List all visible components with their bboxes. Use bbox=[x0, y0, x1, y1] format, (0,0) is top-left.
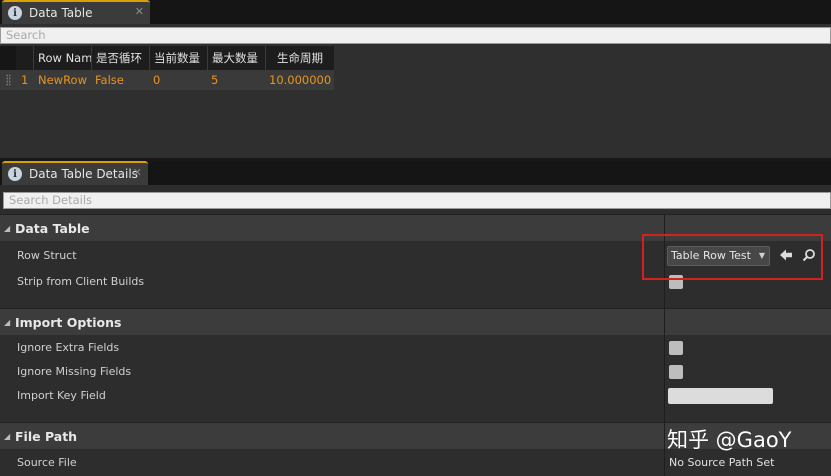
category-title: File Path bbox=[15, 429, 78, 444]
property-ignore-missing: Ignore Missing Fields bbox=[0, 359, 831, 385]
close-icon[interactable]: ✕ bbox=[135, 5, 144, 18]
details-tab-bar: i Data Table Details ✕ bbox=[0, 161, 831, 185]
collapse-arrow-icon[interactable]: ◢ bbox=[4, 423, 10, 450]
property-label: Ignore Missing Fields bbox=[17, 365, 132, 378]
table-cell[interactable]: 5 bbox=[211, 70, 218, 90]
drag-handle-icon[interactable] bbox=[6, 74, 11, 86]
data-table-panel: Search bbox=[0, 24, 831, 158]
import-key-field[interactable] bbox=[668, 388, 773, 404]
table-cell[interactable]: NewRow bbox=[38, 70, 87, 90]
watermark: 知乎 @GaoY bbox=[667, 428, 792, 452]
collapse-arrow-icon[interactable]: ◢ bbox=[4, 215, 10, 242]
category-import-options[interactable]: ◢ Import Options bbox=[0, 308, 831, 335]
table-cell[interactable]: 0 bbox=[153, 70, 160, 90]
table-header: Row Nam 是否循环 当前数量 最大数量 生命周期 bbox=[0, 46, 334, 70]
column-header[interactable]: 生命周期 bbox=[265, 46, 334, 70]
category-title: Data Table bbox=[15, 221, 90, 236]
info-icon: i bbox=[8, 6, 22, 20]
tab-data-table-details[interactable]: i Data Table Details ✕ bbox=[2, 161, 148, 185]
property-label: Import Key Field bbox=[17, 389, 106, 402]
property-label: Source File bbox=[17, 456, 77, 469]
property-ignore-extra: Ignore Extra Fields bbox=[0, 335, 831, 361]
column-header[interactable]: 当前数量 bbox=[149, 46, 207, 70]
column-header[interactable]: 最大数量 bbox=[207, 46, 265, 70]
ignore-extra-checkbox[interactable] bbox=[669, 341, 683, 355]
tab-title: Data Table Details bbox=[29, 167, 138, 181]
annotation-highlight-box bbox=[642, 234, 823, 280]
tab-data-table[interactable]: i Data Table ✕ bbox=[2, 0, 150, 24]
info-icon: i bbox=[8, 167, 22, 181]
row-number-header bbox=[0, 46, 16, 70]
ignore-missing-checkbox[interactable] bbox=[669, 365, 683, 379]
column-header[interactable]: Row Nam bbox=[33, 46, 91, 70]
close-icon[interactable]: ✕ bbox=[133, 166, 142, 179]
table-cell[interactable]: 10.000000 bbox=[269, 70, 331, 90]
collapse-arrow-icon[interactable]: ◢ bbox=[4, 309, 10, 336]
table-search-input[interactable]: Search bbox=[0, 27, 831, 44]
property-label: Ignore Extra Fields bbox=[17, 341, 120, 354]
top-tab-bar: i Data Table ✕ bbox=[0, 0, 831, 24]
tab-title: Data Table bbox=[29, 6, 93, 20]
table-cell[interactable]: False bbox=[95, 70, 124, 90]
property-label: Row Struct bbox=[17, 249, 77, 262]
column-header[interactable]: 是否循环 bbox=[91, 46, 149, 70]
details-search-input[interactable]: Search Details bbox=[3, 192, 831, 209]
table-row[interactable]: 1 NewRow False 0 5 10.000000 bbox=[0, 70, 334, 90]
row-index: 1 bbox=[21, 73, 29, 87]
category-title: Import Options bbox=[15, 315, 122, 330]
property-label: Strip from Client Builds bbox=[17, 275, 145, 288]
